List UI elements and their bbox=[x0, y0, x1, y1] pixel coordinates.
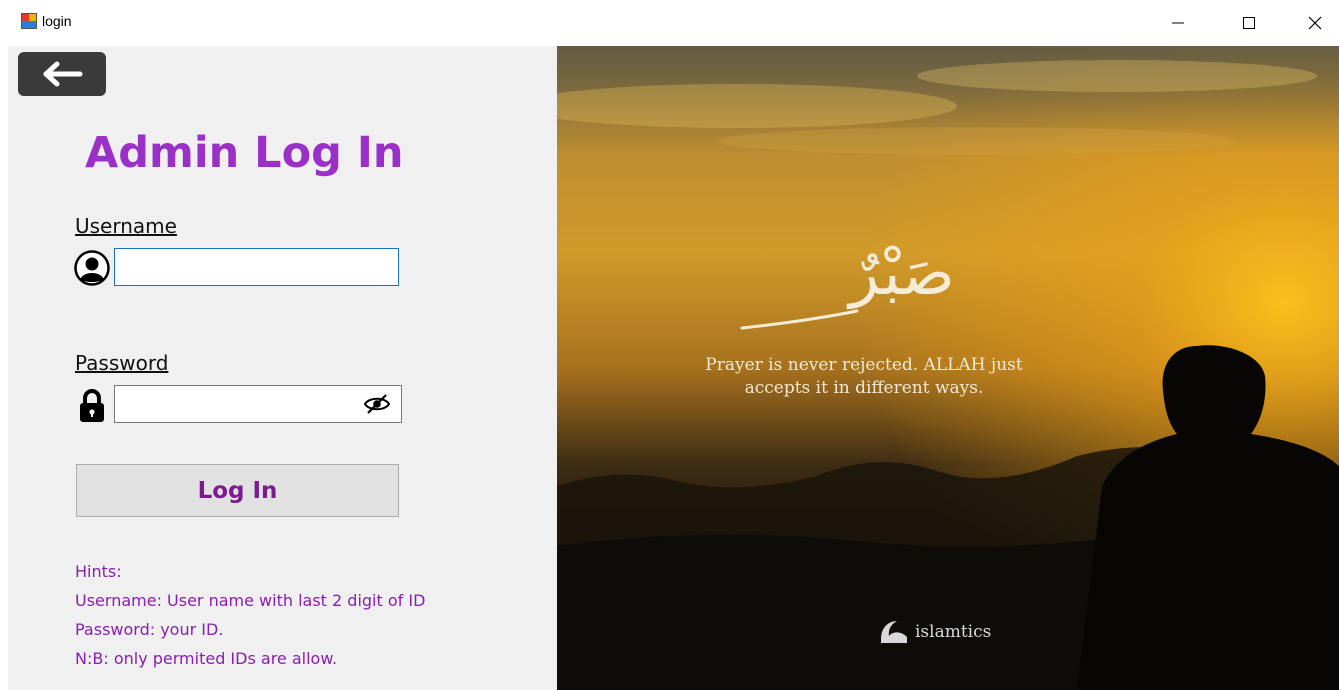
back-button[interactable] bbox=[18, 52, 106, 96]
password-input[interactable] bbox=[114, 385, 402, 423]
minimize-button[interactable] bbox=[1155, 0, 1201, 46]
eye-slash-icon[interactable] bbox=[363, 392, 391, 416]
window-title: login bbox=[42, 13, 72, 29]
hero-image: صَبْرٌ Prayer is never rejected. ALLAH j… bbox=[557, 46, 1339, 690]
islamtics-logo-icon bbox=[881, 621, 907, 643]
close-button[interactable] bbox=[1292, 0, 1338, 46]
username-label: Username bbox=[75, 214, 177, 238]
minimize-icon bbox=[1172, 22, 1184, 24]
page-title: Admin Log In bbox=[85, 128, 404, 178]
maximize-button[interactable] bbox=[1226, 0, 1272, 46]
calligraphy-text: صَبْرٌ bbox=[846, 236, 955, 310]
password-label: Password bbox=[75, 351, 169, 375]
maximize-icon bbox=[1243, 17, 1255, 29]
login-button[interactable]: Log In bbox=[76, 464, 399, 517]
user-circle-icon bbox=[74, 250, 110, 286]
hint-password: Password: your ID. bbox=[75, 620, 224, 639]
hint-username: Username: User name with last 2 digit of… bbox=[75, 591, 426, 610]
close-icon bbox=[1308, 16, 1322, 30]
brand-name: islamtics bbox=[915, 622, 992, 642]
username-input[interactable] bbox=[114, 248, 399, 286]
app-icon bbox=[21, 13, 37, 29]
hints-heading: Hints: bbox=[75, 562, 122, 581]
quote-line-2: accepts it in different ways. bbox=[744, 378, 984, 398]
lock-icon bbox=[74, 388, 110, 424]
login-panel: Admin Log In Username Password Log In Hi… bbox=[8, 46, 557, 690]
hint-note: N:B: only permited IDs are allow. bbox=[75, 649, 338, 668]
arrow-left-icon bbox=[43, 61, 83, 87]
quote-line-1: Prayer is never rejected. ALLAH just bbox=[705, 355, 1023, 375]
brand-watermark: islamtics bbox=[879, 619, 991, 645]
window-titlebar: login bbox=[0, 0, 1339, 46]
quote-text: Prayer is never rejected. ALLAH just acc… bbox=[557, 354, 1171, 400]
